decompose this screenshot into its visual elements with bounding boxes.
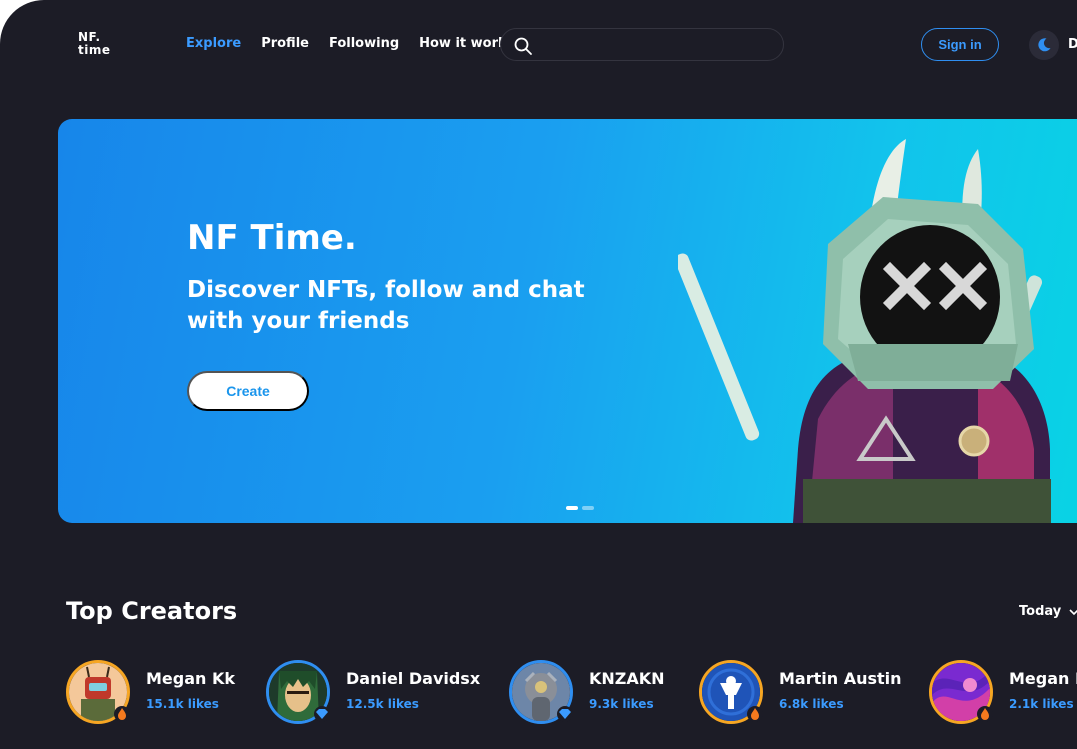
logo-line-2: time bbox=[78, 43, 111, 57]
carousel-dot-2[interactable] bbox=[582, 506, 594, 510]
creator-likes: 15.1k likes bbox=[146, 697, 219, 711]
creator-name: Daniel Davidsx bbox=[346, 669, 481, 688]
avatar bbox=[509, 660, 573, 724]
main-nav: Explore Profile Following How it works bbox=[186, 36, 514, 51]
avatar bbox=[699, 660, 763, 724]
search-icon bbox=[514, 37, 532, 55]
nav-explore[interactable]: Explore bbox=[186, 36, 241, 51]
flame-icon bbox=[114, 706, 130, 722]
creator-likes: 6.8k likes bbox=[779, 697, 844, 711]
creator-card[interactable]: KNZAKN 9.3k likes bbox=[509, 660, 679, 724]
diamond-icon bbox=[314, 706, 330, 722]
search-input[interactable] bbox=[541, 29, 777, 60]
hero-title: NF Time. bbox=[187, 218, 357, 258]
diamond-icon bbox=[557, 706, 573, 722]
creator-card[interactable]: Megan Kk 2.1k likes bbox=[929, 660, 1077, 724]
logo[interactable]: NF. time bbox=[78, 31, 111, 57]
hero-subtitle: Discover NFTs, follow and chat with your… bbox=[187, 277, 585, 334]
nav-following[interactable]: Following bbox=[329, 36, 399, 51]
creator-likes: 9.3k likes bbox=[589, 697, 654, 711]
search-bar[interactable] bbox=[500, 28, 784, 61]
period-dropdown[interactable]: Today bbox=[1019, 604, 1077, 619]
creator-name: Martin Austin bbox=[779, 669, 902, 688]
theme-label[interactable]: D bbox=[1068, 37, 1077, 52]
hero-nft-illustration bbox=[678, 139, 1051, 523]
creator-name: Megan Kk bbox=[146, 669, 236, 688]
avatar bbox=[266, 660, 330, 724]
nav-profile[interactable]: Profile bbox=[261, 36, 309, 51]
hero-banner: NF Time. Discover NFTs, follow and chat … bbox=[58, 119, 1077, 523]
carousel-dots bbox=[566, 506, 594, 510]
theme-toggle[interactable] bbox=[1029, 30, 1059, 60]
carousel-dot-1[interactable] bbox=[566, 506, 578, 510]
sign-in-button[interactable]: Sign in bbox=[921, 28, 999, 61]
flame-icon bbox=[977, 706, 993, 722]
create-button[interactable]: Create bbox=[187, 371, 309, 411]
avatar bbox=[929, 660, 993, 724]
top-creators-title: Top Creators bbox=[66, 597, 238, 625]
flame-icon bbox=[747, 706, 763, 722]
creator-card[interactable]: Megan Kk 15.1k likes bbox=[66, 660, 246, 724]
creator-card[interactable]: Martin Austin 6.8k likes bbox=[699, 660, 909, 724]
creator-likes: 2.1k likes bbox=[1009, 697, 1074, 711]
creator-likes: 12.5k likes bbox=[346, 697, 419, 711]
creator-name: Megan Kk bbox=[1009, 669, 1077, 688]
chevron-down-icon bbox=[1069, 608, 1077, 615]
avatar bbox=[66, 660, 130, 724]
period-label: Today bbox=[1019, 604, 1062, 619]
creator-card[interactable]: Daniel Davidsx 12.5k likes bbox=[266, 660, 486, 724]
moon-icon bbox=[1038, 38, 1051, 52]
creator-name: KNZAKN bbox=[589, 669, 665, 688]
app-frame: NF. time Explore Profile Following How i… bbox=[0, 0, 1077, 749]
